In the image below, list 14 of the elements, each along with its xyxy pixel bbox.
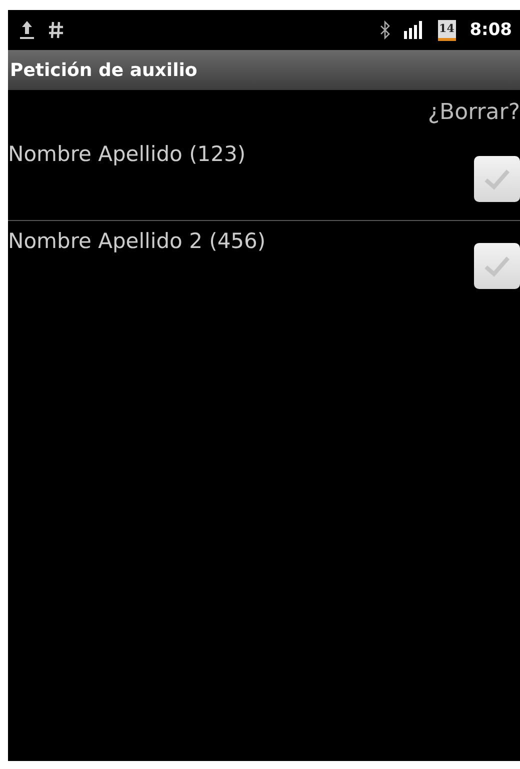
contact-name: Nombre Apellido (123) — [8, 142, 246, 166]
signal-icon — [404, 21, 424, 39]
calendar-icon: 14 — [438, 20, 456, 40]
bluetooth-icon — [380, 20, 390, 40]
upload-icon — [20, 20, 34, 40]
checkbox[interactable] — [474, 243, 520, 289]
window-title: Petición de auxilio — [8, 50, 520, 90]
check-icon — [483, 167, 511, 191]
checkbox[interactable] — [474, 156, 520, 202]
clock-time: 8:08 — [470, 20, 512, 40]
check-icon — [483, 254, 511, 278]
contact-name: Nombre Apellido 2 (456) — [8, 229, 266, 253]
hash-icon — [48, 21, 64, 39]
column-header: ¿Borrar? — [428, 100, 520, 127]
